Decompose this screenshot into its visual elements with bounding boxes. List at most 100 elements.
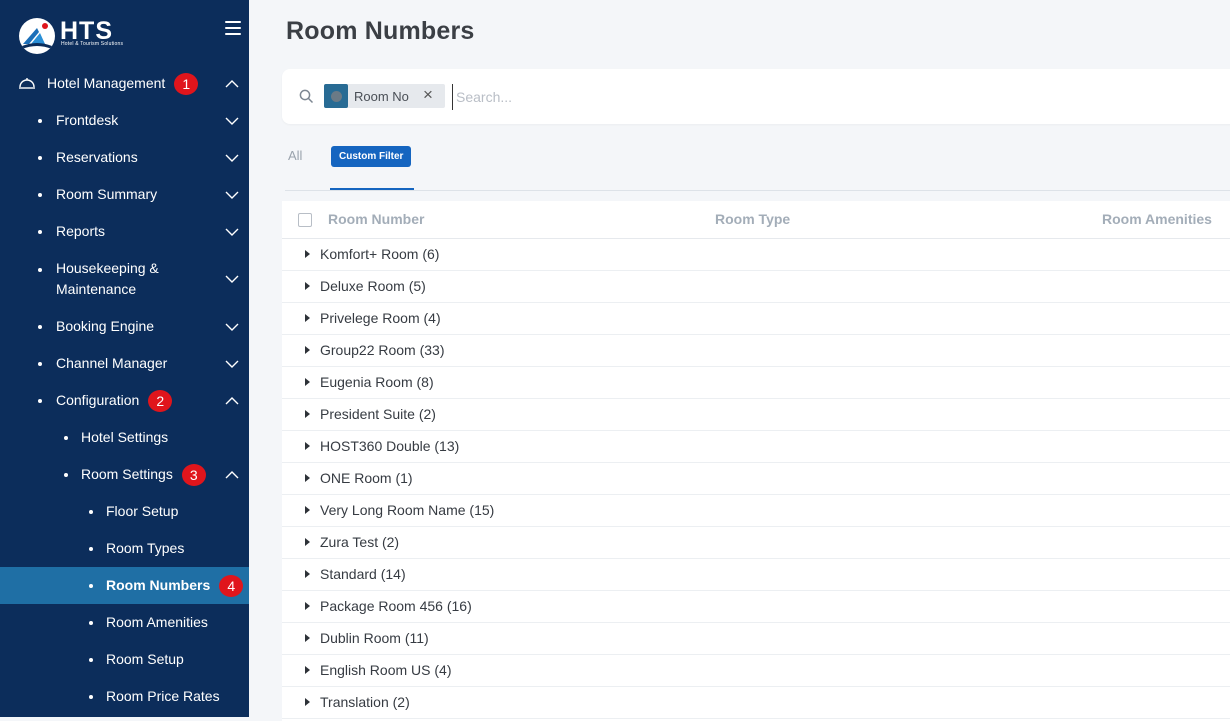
chevron-down-icon [225,272,239,286]
sidebar-item-hotel-settings[interactable]: Hotel Settings [0,419,249,456]
sidebar-item-label: Reservations [56,149,138,165]
table-row-group[interactable]: ONE Room (1) [282,463,1230,495]
group-label: Zura Test (2) [320,534,400,550]
sidebar-item-label: Hotel Management [47,75,166,91]
hotel-bell-icon [18,75,36,91]
table-header: Room Number Room Type Room Amenities [282,201,1230,239]
sidebar: HTS Hotel & Tourism Solutions Hotel Mana… [0,0,249,717]
sidebar-item-room-summary[interactable]: Room Summary [0,176,249,213]
chevron-up-icon [225,77,239,91]
expand-caret-icon[interactable] [305,250,310,258]
chevron-down-icon [225,225,239,239]
column-header-room-type[interactable]: Room Type [715,211,790,227]
expand-caret-icon[interactable] [305,410,310,418]
table-row-group[interactable]: Standard (14) [282,559,1230,591]
sidebar-item-label: Hotel Settings [81,429,169,445]
expand-caret-icon[interactable] [305,602,310,610]
table-row-group[interactable]: President Suite (2) [282,399,1230,431]
sidebar-item-housekeeping[interactable]: Housekeeping & Maintenance [0,250,249,308]
column-header-room-number[interactable]: Room Number [328,211,424,227]
table-row-group[interactable]: Zura Test (2) [282,527,1230,559]
sidebar-item-room-setup[interactable]: Room Setup [0,641,249,678]
sidebar-item-room-numbers[interactable]: Room Numbers 4 [0,567,249,604]
sidebar-item-configuration[interactable]: Configuration 2 [0,382,249,419]
sidebar-item-floor-setup[interactable]: Floor Setup [0,493,249,530]
expand-caret-icon[interactable] [305,346,310,354]
group-label: Translation (2) [320,694,410,710]
filter-chip-label: Room No [354,88,409,104]
sidebar-item-hotel-management[interactable]: Hotel Management 1 [0,65,249,102]
sidebar-item-label: Room Numbers [106,577,211,593]
expand-caret-icon[interactable] [305,314,310,322]
filter-chip-icon [324,84,348,108]
menu-toggle-icon[interactable] [225,21,241,35]
filter-tabs: All Custom Filter [285,140,1230,191]
chevron-up-icon [225,468,239,482]
brand-tagline: Hotel & Tourism Solutions [61,41,124,47]
search-icon [299,89,314,104]
table-row-group[interactable]: English Room US (4) [282,655,1230,687]
chevron-down-icon [225,151,239,165]
sidebar-item-label: Room Summary [56,186,158,202]
step-badge: 4 [219,574,244,597]
group-label: Standard (14) [320,566,406,582]
sidebar-item-label: Floor Setup [106,503,179,519]
group-label: Dublin Room (11) [320,630,429,646]
tab-all[interactable]: All [288,148,302,163]
group-label: HOST360 Double (13) [320,438,460,454]
group-label: English Room US (4) [320,662,452,678]
table-row-group[interactable]: Privelege Room (4) [282,303,1230,335]
sidebar-item-room-amenities[interactable]: Room Amenities [0,604,249,641]
page-title: Room Numbers [286,17,475,45]
sidebar-item-label: Room Setup [106,651,184,667]
group-label: Deluxe Room (5) [320,278,426,294]
brand: HTS Hotel & Tourism Solutions [0,0,249,66]
table-row-group[interactable]: Group22 Room (33) [282,335,1230,367]
expand-caret-icon[interactable] [305,634,310,642]
table-row-group[interactable]: Package Room 456 (16) [282,591,1230,623]
column-header-room-amenities[interactable]: Room Amenities [1102,211,1212,227]
step-badge: 3 [181,463,206,486]
sidebar-item-booking-engine[interactable]: Booking Engine [0,308,249,345]
table-row-group[interactable]: Translation (2) [282,687,1230,719]
active-tab-indicator [330,188,414,190]
sidebar-item-room-price-rates[interactable]: Room Price Rates [0,678,249,715]
expand-caret-icon[interactable] [305,282,310,290]
sidebar-item-reservations[interactable]: Reservations [0,139,249,176]
sidebar-item-room-types[interactable]: Room Types [0,530,249,567]
table-row-group[interactable]: Deluxe Room (5) [282,271,1230,303]
close-icon[interactable]: × [423,85,433,105]
table-row-group[interactable]: Eugenia Room (8) [282,367,1230,399]
group-label: Eugenia Room (8) [320,374,434,390]
sidebar-item-label: Room Price Rates [106,688,220,704]
table-row-group[interactable]: Very Long Room Name (15) [282,495,1230,527]
group-label: Package Room 456 (16) [320,598,472,614]
tab-custom-filter[interactable]: Custom Filter [331,146,412,167]
step-badge: 2 [148,389,173,412]
group-label: Very Long Room Name (15) [320,502,495,518]
group-label: ONE Room (1) [320,470,413,486]
table-row-group[interactable]: Komfort+ Room (6) [282,239,1230,271]
expand-caret-icon[interactable] [305,442,310,450]
select-all-checkbox[interactable] [298,213,312,227]
expand-caret-icon[interactable] [305,698,310,706]
sidebar-item-reports[interactable]: Reports [0,213,249,250]
expand-caret-icon[interactable] [305,538,310,546]
chevron-down-icon [225,357,239,371]
sidebar-item-label: Room Types [106,540,185,556]
sidebar-item-label: Room Amenities [106,614,208,630]
expand-caret-icon[interactable] [305,506,310,514]
expand-caret-icon[interactable] [305,570,310,578]
sidebar-item-frontdesk[interactable]: Frontdesk [0,102,249,139]
table-row-group[interactable]: Dublin Room (11) [282,623,1230,655]
search-input[interactable] [452,84,1158,110]
expand-caret-icon[interactable] [305,474,310,482]
expand-caret-icon[interactable] [305,378,310,386]
search-bar: Room No × [282,69,1230,124]
sidebar-item-room-settings[interactable]: Room Settings 3 [0,456,249,493]
room-numbers-table: Room Number Room Type Room Amenities Kom… [282,201,1230,721]
group-label: Komfort+ Room (6) [320,246,440,262]
sidebar-item-channel-manager[interactable]: Channel Manager [0,345,249,382]
expand-caret-icon[interactable] [305,666,310,674]
table-row-group[interactable]: HOST360 Double (13) [282,431,1230,463]
